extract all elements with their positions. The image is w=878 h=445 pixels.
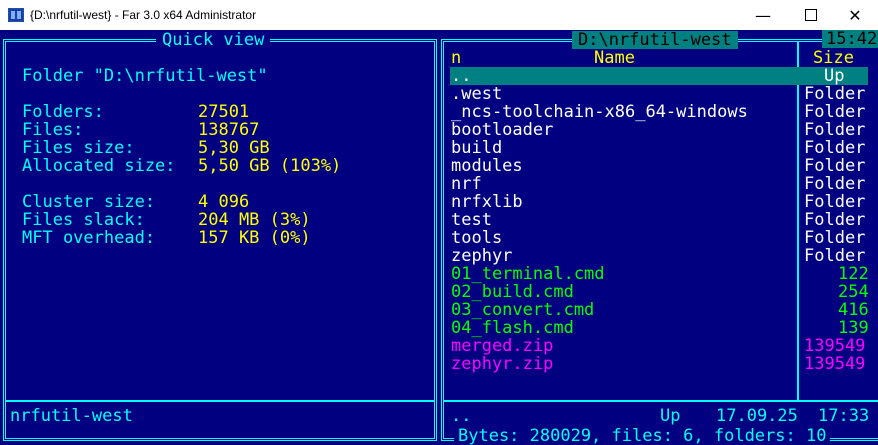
file-row-size: Folder — [804, 192, 866, 212]
file-row-size: 416 — [838, 300, 869, 320]
left-panel-title: Quick view — [156, 31, 271, 49]
file-row-name[interactable]: modules — [451, 157, 523, 175]
far-manager-icon[interactable] — [8, 8, 24, 22]
stat-label: Files: — [22, 120, 84, 140]
file-row-size: Folder — [804, 156, 866, 176]
minimize-icon: — — [755, 5, 771, 25]
file-row-size: 139549 — [804, 354, 866, 374]
file-row-name[interactable]: bootloader — [451, 121, 553, 139]
file-row-size: 139 — [838, 318, 869, 338]
file-row-size: Up — [824, 66, 845, 86]
size-column-separator — [797, 42, 799, 400]
stat-value: 5,50 GB (103%) — [198, 156, 342, 176]
status-file-time: 17:33 — [818, 406, 870, 426]
file-row-name[interactable]: build — [451, 139, 502, 157]
maximize-icon — [805, 9, 817, 21]
right-panel-divider — [444, 400, 878, 402]
file-row-name[interactable]: zephyr — [451, 247, 512, 265]
file-row-size: 254 — [838, 282, 869, 302]
file-row-size: Folder — [804, 246, 866, 266]
window-titlebar: {D:\nrfutil-west} - Far 3.0 x64 Administ… — [0, 0, 878, 30]
file-row-size: 139549 — [804, 336, 866, 356]
file-row-name[interactable]: .west — [451, 85, 502, 103]
stat-label: Files size: — [22, 138, 135, 158]
file-row-size: Folder — [804, 102, 866, 122]
stat-value: 4 096 — [198, 192, 250, 212]
stat-value: 27501 — [198, 102, 250, 122]
file-row-name[interactable]: 04_flash.cmd — [451, 319, 574, 337]
file-row-name[interactable]: _ncs-toolchain-x86_64-windows — [451, 103, 748, 121]
file-row-name[interactable]: merged.zip — [451, 337, 553, 355]
file-row-size: Folder — [804, 84, 866, 104]
stat-label: Allocated size: — [22, 156, 176, 176]
maximize-button[interactable] — [788, 0, 834, 30]
file-row-size: Folder — [804, 138, 866, 158]
file-row-name[interactable]: 02_build.cmd — [451, 283, 574, 301]
file-row-name[interactable]: nrfxlib — [451, 193, 523, 211]
left-panel-status: nrfutil-west — [10, 406, 133, 426]
stat-label: Folders: — [22, 102, 104, 122]
file-row-size: Folder — [804, 174, 866, 194]
stat-label: Cluster size: — [22, 192, 156, 212]
stat-label: Files slack: — [22, 210, 145, 230]
right-panel-title: D:\nrfutil-west — [572, 31, 738, 49]
stat-value: 204 MB (3%) — [198, 210, 311, 230]
stat-value: 138767 — [198, 120, 260, 140]
close-button[interactable]: ✕ — [832, 0, 878, 30]
console-area: Quick view Folder "D:\nrfutil-west" Fold… — [0, 30, 878, 445]
status-file-date: 17.09.25 — [716, 406, 798, 426]
panel-summary: Bytes: 280029, files: 6, folders: 10 — [454, 427, 831, 445]
stat-label: MFT overhead: — [22, 228, 156, 248]
file-row-name[interactable]: nrf — [451, 175, 482, 193]
minimize-button[interactable]: — — [740, 0, 786, 30]
file-row-size: Folder — [804, 120, 866, 140]
left-panel-divider — [6, 400, 434, 402]
column-header-size[interactable]: Size — [813, 49, 854, 67]
file-row-name[interactable]: test — [451, 211, 492, 229]
file-row-name[interactable]: 03_convert.cmd — [451, 301, 594, 319]
status-file-name: .. — [451, 406, 472, 426]
file-row-size: Folder — [804, 210, 866, 230]
clock: 15:42 — [822, 30, 878, 48]
column-header-n[interactable]: n — [451, 49, 461, 67]
selection-cursor — [450, 67, 868, 85]
quickview-folder: Folder "D:\nrfutil-west" — [22, 66, 268, 86]
file-row-size: Folder — [804, 228, 866, 248]
stat-value: 5,30 GB — [198, 138, 270, 158]
status-file-type: Up — [660, 406, 681, 426]
column-header-name[interactable]: Name — [594, 49, 635, 67]
file-row-name[interactable]: zephyr.zip — [451, 355, 553, 373]
file-row-size: 122 — [838, 264, 869, 284]
file-row-name[interactable]: 01_terminal.cmd — [451, 265, 605, 283]
window-title: {D:\nrfutil-west} - Far 3.0 x64 Administ… — [30, 8, 257, 22]
stat-value: 157 KB (0%) — [198, 228, 311, 248]
close-icon: ✕ — [848, 5, 862, 25]
file-row-name[interactable]: .. — [451, 67, 471, 85]
file-row-name[interactable]: tools — [451, 229, 502, 247]
